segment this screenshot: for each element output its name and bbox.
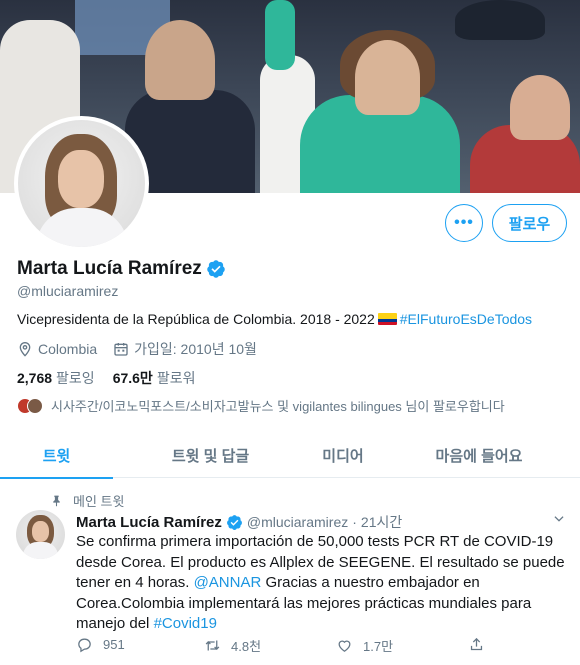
pin-icon — [53, 495, 60, 507]
calendar-icon — [114, 343, 128, 356]
follow-counts: 2,768 팔로잉 67.6만 팔로워 — [17, 368, 195, 388]
tab-media[interactable]: 미디어 — [308, 432, 378, 478]
followers-link[interactable]: 67.6만 팔로워 — [113, 368, 196, 388]
tab-likes[interactable]: 마음에 들어요 — [378, 432, 580, 478]
followers-label: 팔로워 — [156, 370, 196, 386]
profile-handle: @mluciaramirez — [17, 283, 119, 299]
chevron-down-icon[interactable] — [552, 512, 566, 526]
colombia-flag-icon — [377, 313, 397, 325]
reply-button[interactable]: 951 — [76, 636, 125, 653]
like-button[interactable]: 1.7만 — [336, 636, 393, 655]
tweet-header: Marta Lucía Ramírez @mluciaramirez · 21시… — [76, 512, 402, 532]
tweet-mention-link[interactable]: @ANNAR — [194, 574, 262, 591]
tweet-hashtag-link[interactable]: #Covid19 — [154, 615, 217, 632]
share-button[interactable] — [468, 636, 495, 653]
followed-by[interactable]: 시사주간/이코노믹포스트/소비자고발뉴스 및 vigilantes biling… — [17, 396, 505, 415]
share-icon — [470, 637, 483, 651]
tweet-avatar[interactable] — [16, 510, 65, 559]
profile-name: Marta Lucía Ramírez — [17, 258, 202, 279]
banner-figure — [355, 40, 420, 115]
followers-count: 67.6만 — [112, 370, 153, 386]
profile-meta: Colombia 가입일: 2010년 10월 — [17, 339, 257, 359]
verified-badge-icon — [207, 260, 225, 278]
reply-icon — [78, 638, 91, 653]
profile-tabs: 트윗 트윗 및 답글 미디어 마음에 들어요 — [0, 432, 580, 479]
following-link[interactable]: 2,768 팔로잉 — [17, 368, 95, 388]
follower-avatar — [27, 397, 43, 414]
banner-figure — [510, 75, 570, 140]
like-count: 1.7만 — [363, 639, 394, 654]
tweet-actions: 951 4.8천 1.7만 — [76, 634, 566, 656]
bio-hashtag-link[interactable]: #ElFuturoEsDeTodos — [400, 311, 532, 327]
tweet-text: Se confirma primera importación de 50,00… — [76, 532, 566, 635]
profile-location: Colombia — [38, 341, 98, 357]
reply-count: 951 — [103, 637, 125, 652]
verified-badge-icon — [226, 514, 242, 530]
profile-avatar[interactable] — [14, 116, 149, 251]
pinned-tweet-label: 메인 트윗 — [50, 491, 124, 510]
follow-button[interactable]: 팔로우 — [492, 204, 567, 242]
retweet-icon — [205, 640, 220, 651]
tweet-author-handle[interactable]: @mluciaramirez — [247, 514, 348, 530]
tab-tweets[interactable]: 트윗 — [0, 432, 113, 479]
like-icon — [338, 640, 351, 652]
banner-figure — [455, 0, 545, 40]
bio-text: Vicepresidenta de la República de Colomb… — [17, 311, 375, 327]
following-label: 팔로잉 — [56, 370, 95, 386]
tweet-timestamp[interactable]: 21시간 — [361, 512, 402, 532]
profile-name-row: Marta Lucía Ramírez — [17, 258, 226, 280]
following-count: 2,768 — [17, 370, 53, 386]
retweet-button[interactable]: 4.8천 — [204, 636, 261, 655]
banner-figure — [145, 20, 215, 100]
retweet-count: 4.8천 — [231, 639, 262, 654]
banner-figure — [265, 0, 295, 70]
location-pin-icon — [19, 342, 31, 357]
profile-joined-date: 가입일: 2010년 10월 — [134, 341, 257, 357]
followed-by-text: 시사주간/이코노믹포스트/소비자고발뉴스 및 vigilantes biling… — [51, 399, 505, 414]
pinned-text: 메인 트윗 — [73, 494, 125, 509]
tab-tweets-replies[interactable]: 트윗 및 답글 — [113, 432, 308, 478]
tweet-author-name[interactable]: Marta Lucía Ramírez — [76, 514, 222, 531]
profile-bio: Vicepresidenta de la República de Colomb… — [17, 311, 532, 327]
tweet-separator: · — [352, 514, 357, 530]
more-options-button[interactable]: ••• — [445, 204, 483, 242]
